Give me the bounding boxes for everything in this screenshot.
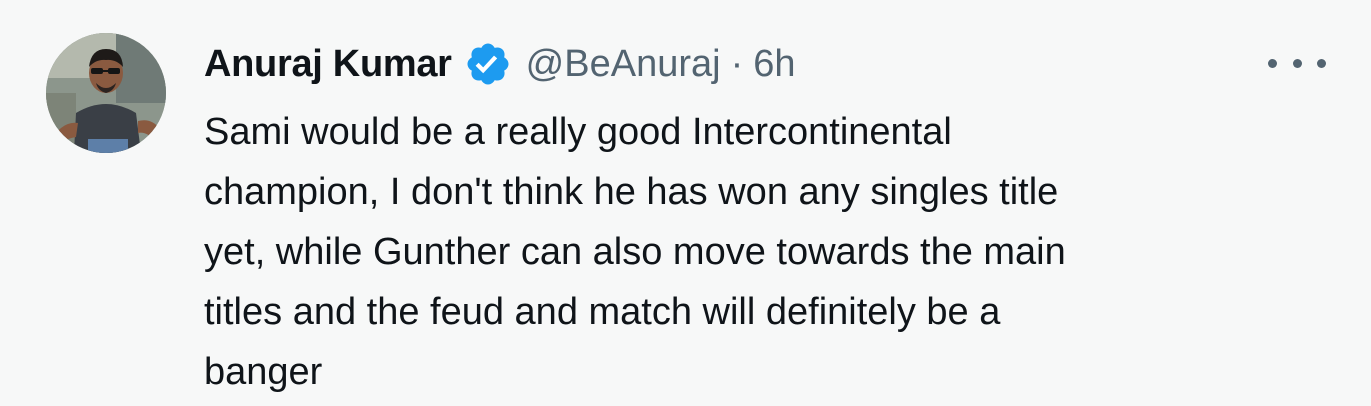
tweet-header: Anuraj Kumar @BeAnuraj · 6h — [204, 36, 796, 92]
tweet-text-line: titles and the feud and match will defin… — [204, 291, 1001, 333]
more-options-icon[interactable] — [1268, 46, 1326, 80]
header-separator: · — [730, 42, 744, 85]
tweet-text-line: banger — [204, 351, 323, 393]
author-handle[interactable]: @BeAnuraj — [526, 43, 721, 86]
verified-badge-icon — [464, 40, 512, 88]
tweet-text-line: champion, I don't think he has won any s… — [204, 171, 1059, 213]
more-dot — [1292, 58, 1302, 68]
tweet-text-line: yet, while Gunther can also move towards… — [204, 231, 1066, 273]
tweet-text: Sami would be a really good Intercontine… — [204, 102, 1314, 402]
avatar-photo — [46, 33, 166, 153]
author-avatar[interactable] — [46, 33, 166, 153]
tweet-timestamp[interactable]: 6h — [753, 43, 795, 86]
tweet-card[interactable]: Anuraj Kumar @BeAnuraj · 6h Sami would b… — [0, 0, 1371, 406]
more-dot — [1268, 58, 1277, 68]
more-dot — [1317, 58, 1326, 68]
author-display-name[interactable]: Anuraj Kumar — [204, 43, 452, 86]
tweet-text-line: Sami would be a really good Intercontine… — [204, 111, 952, 153]
